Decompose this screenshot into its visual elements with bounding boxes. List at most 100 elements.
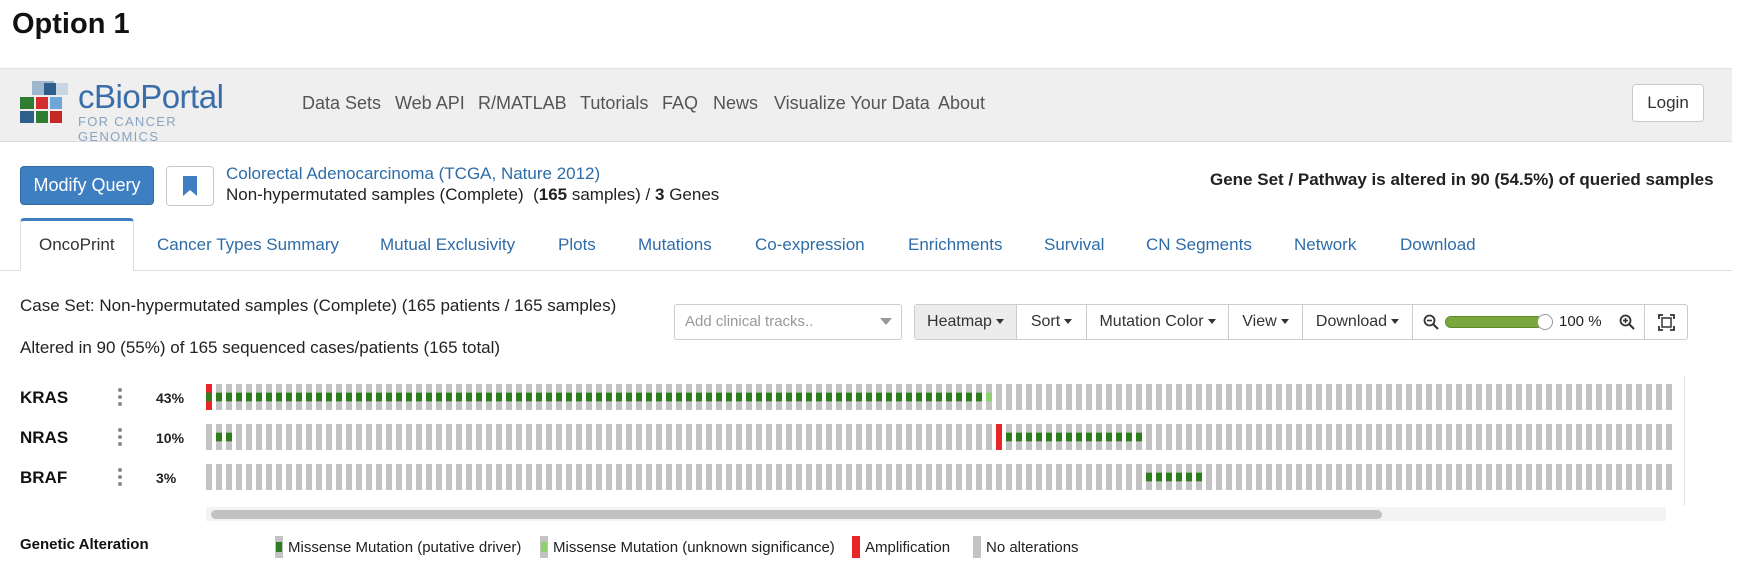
oncoprint-cell[interactable] bbox=[1516, 464, 1522, 490]
oncoprint-cell[interactable] bbox=[1476, 384, 1482, 410]
oncoprint-cell[interactable] bbox=[1626, 424, 1632, 450]
oncoprint-cell[interactable] bbox=[336, 424, 342, 450]
oncoprint-mutation[interactable] bbox=[406, 392, 412, 402]
oncoprint-cell[interactable] bbox=[1466, 464, 1472, 490]
oncoprint-cell[interactable] bbox=[1056, 464, 1062, 490]
oncoprint-cell[interactable] bbox=[696, 464, 702, 490]
oncoprint-mutation[interactable] bbox=[676, 392, 682, 402]
oncoprint-cell[interactable] bbox=[676, 464, 682, 490]
oncoprint-cell[interactable] bbox=[296, 424, 302, 450]
oncoprint-cell[interactable] bbox=[1136, 464, 1142, 490]
oncoprint-mutation[interactable] bbox=[1046, 432, 1052, 442]
oncoprint-cell[interactable] bbox=[1396, 424, 1402, 450]
oncoprint-mutation[interactable] bbox=[896, 392, 902, 402]
oncoprint-cell[interactable] bbox=[1666, 464, 1672, 490]
tab-co-expression[interactable]: Co-expression bbox=[755, 218, 865, 270]
oncoprint-cell[interactable] bbox=[1576, 464, 1582, 490]
oncoprint-cell[interactable] bbox=[256, 464, 262, 490]
sort-dropdown[interactable]: Sort bbox=[1017, 305, 1087, 339]
oncoprint-cell[interactable] bbox=[1186, 424, 1192, 450]
oncoprint-cell[interactable] bbox=[346, 464, 352, 490]
oncoprint-cell[interactable] bbox=[1596, 384, 1602, 410]
oncoprint-cell[interactable] bbox=[446, 464, 452, 490]
oncoprint-cell[interactable] bbox=[1056, 384, 1062, 410]
oncoprint-cell[interactable] bbox=[1536, 464, 1542, 490]
oncoprint-cell[interactable] bbox=[1646, 384, 1652, 410]
oncoprint-cell[interactable] bbox=[856, 464, 862, 490]
oncoprint-cell[interactable] bbox=[946, 424, 952, 450]
oncoprint-cell[interactable] bbox=[1596, 424, 1602, 450]
oncoprint-cell[interactable] bbox=[446, 424, 452, 450]
oncoprint-mutation[interactable] bbox=[236, 392, 242, 402]
oncoprint-mutation[interactable] bbox=[616, 392, 622, 402]
tab-mutual-exclusivity[interactable]: Mutual Exclusivity bbox=[380, 218, 515, 270]
oncoprint-cell[interactable] bbox=[1076, 384, 1082, 410]
oncoprint-cell[interactable] bbox=[946, 464, 952, 490]
oncoprint-cell[interactable] bbox=[826, 464, 832, 490]
oncoprint-cell[interactable] bbox=[1216, 384, 1222, 410]
oncoprint-cell[interactable] bbox=[1366, 424, 1372, 450]
oncoprint-cell[interactable] bbox=[336, 464, 342, 490]
oncoprint-cell[interactable] bbox=[1516, 424, 1522, 450]
oncoprint-cell[interactable] bbox=[1366, 384, 1372, 410]
oncoprint-cell[interactable] bbox=[1326, 384, 1332, 410]
oncoprint-cell[interactable] bbox=[636, 464, 642, 490]
oncoprint-cell[interactable] bbox=[1616, 464, 1622, 490]
oncoprint-mutation[interactable] bbox=[466, 392, 472, 402]
oncoprint-cell[interactable] bbox=[1086, 464, 1092, 490]
oncoprint-cell[interactable] bbox=[1656, 424, 1662, 450]
oncoprint-cell[interactable] bbox=[1436, 384, 1442, 410]
oncoprint-cell[interactable] bbox=[726, 424, 732, 450]
oncoprint-mutation[interactable] bbox=[856, 392, 862, 402]
oncoprint-cell[interactable] bbox=[1496, 464, 1502, 490]
oncoprint-cell[interactable] bbox=[496, 424, 502, 450]
oncoprint-cell[interactable] bbox=[1276, 464, 1282, 490]
oncoprint-cell[interactable] bbox=[426, 464, 432, 490]
oncoprint-cell[interactable] bbox=[936, 424, 942, 450]
oncoprint-mutation[interactable] bbox=[546, 392, 552, 402]
oncoprint-cell[interactable] bbox=[1506, 384, 1512, 410]
oncoprint-cell[interactable] bbox=[686, 424, 692, 450]
oncoprint-cell[interactable] bbox=[996, 464, 1002, 490]
oncoprint-mutation[interactable] bbox=[1006, 432, 1012, 442]
oncoprint-cell[interactable] bbox=[1406, 464, 1412, 490]
oncoprint-cell[interactable] bbox=[316, 464, 322, 490]
oncoprint-mutation[interactable] bbox=[936, 392, 942, 402]
oncoprint-cell[interactable] bbox=[906, 464, 912, 490]
oncoprint-cell[interactable] bbox=[1396, 384, 1402, 410]
oncoprint-mutation[interactable] bbox=[386, 392, 392, 402]
oncoprint-cell[interactable] bbox=[546, 424, 552, 450]
oncoprint-cell[interactable] bbox=[1486, 384, 1492, 410]
oncoprint-cell[interactable] bbox=[576, 464, 582, 490]
oncoprint-cell[interactable] bbox=[1216, 464, 1222, 490]
oncoprint-cell[interactable] bbox=[926, 464, 932, 490]
oncoprint-cell[interactable] bbox=[646, 424, 652, 450]
oncoprint-cell[interactable] bbox=[1076, 464, 1082, 490]
oncoprint-cell[interactable] bbox=[1166, 424, 1172, 450]
oncoprint-cell[interactable] bbox=[836, 424, 842, 450]
oncoprint-cell[interactable] bbox=[1576, 384, 1582, 410]
oncoprint-cell[interactable] bbox=[586, 464, 592, 490]
oncoprint-cell[interactable] bbox=[1096, 464, 1102, 490]
oncoprint-mutation[interactable] bbox=[536, 392, 542, 402]
zoom-slider-handle[interactable] bbox=[1537, 314, 1553, 330]
oncoprint-cell[interactable] bbox=[506, 464, 512, 490]
oncoprint-cell[interactable] bbox=[316, 424, 322, 450]
oncoprint-cell[interactable] bbox=[1316, 384, 1322, 410]
login-button[interactable]: Login bbox=[1632, 84, 1704, 122]
oncoprint-cell[interactable] bbox=[1346, 464, 1352, 490]
oncoprint-cell[interactable] bbox=[1656, 464, 1662, 490]
oncoprint-cell[interactable] bbox=[1536, 424, 1542, 450]
oncoprint-cell[interactable] bbox=[986, 464, 992, 490]
oncoprint-cell[interactable] bbox=[276, 464, 282, 490]
oncoprint-cell[interactable] bbox=[1276, 384, 1282, 410]
oncoprint-cell[interactable] bbox=[1176, 384, 1182, 410]
oncoprint-cell[interactable] bbox=[1396, 464, 1402, 490]
oncoprint-cell[interactable] bbox=[1066, 384, 1072, 410]
oncoprint-cell[interactable] bbox=[1636, 464, 1642, 490]
oncoprint-cell[interactable] bbox=[1526, 464, 1532, 490]
oncoprint-cell[interactable] bbox=[1106, 384, 1112, 410]
oncoprint-cell[interactable] bbox=[596, 424, 602, 450]
oncoprint-mutation[interactable] bbox=[916, 392, 922, 402]
oncoprint-mutation[interactable] bbox=[636, 392, 642, 402]
